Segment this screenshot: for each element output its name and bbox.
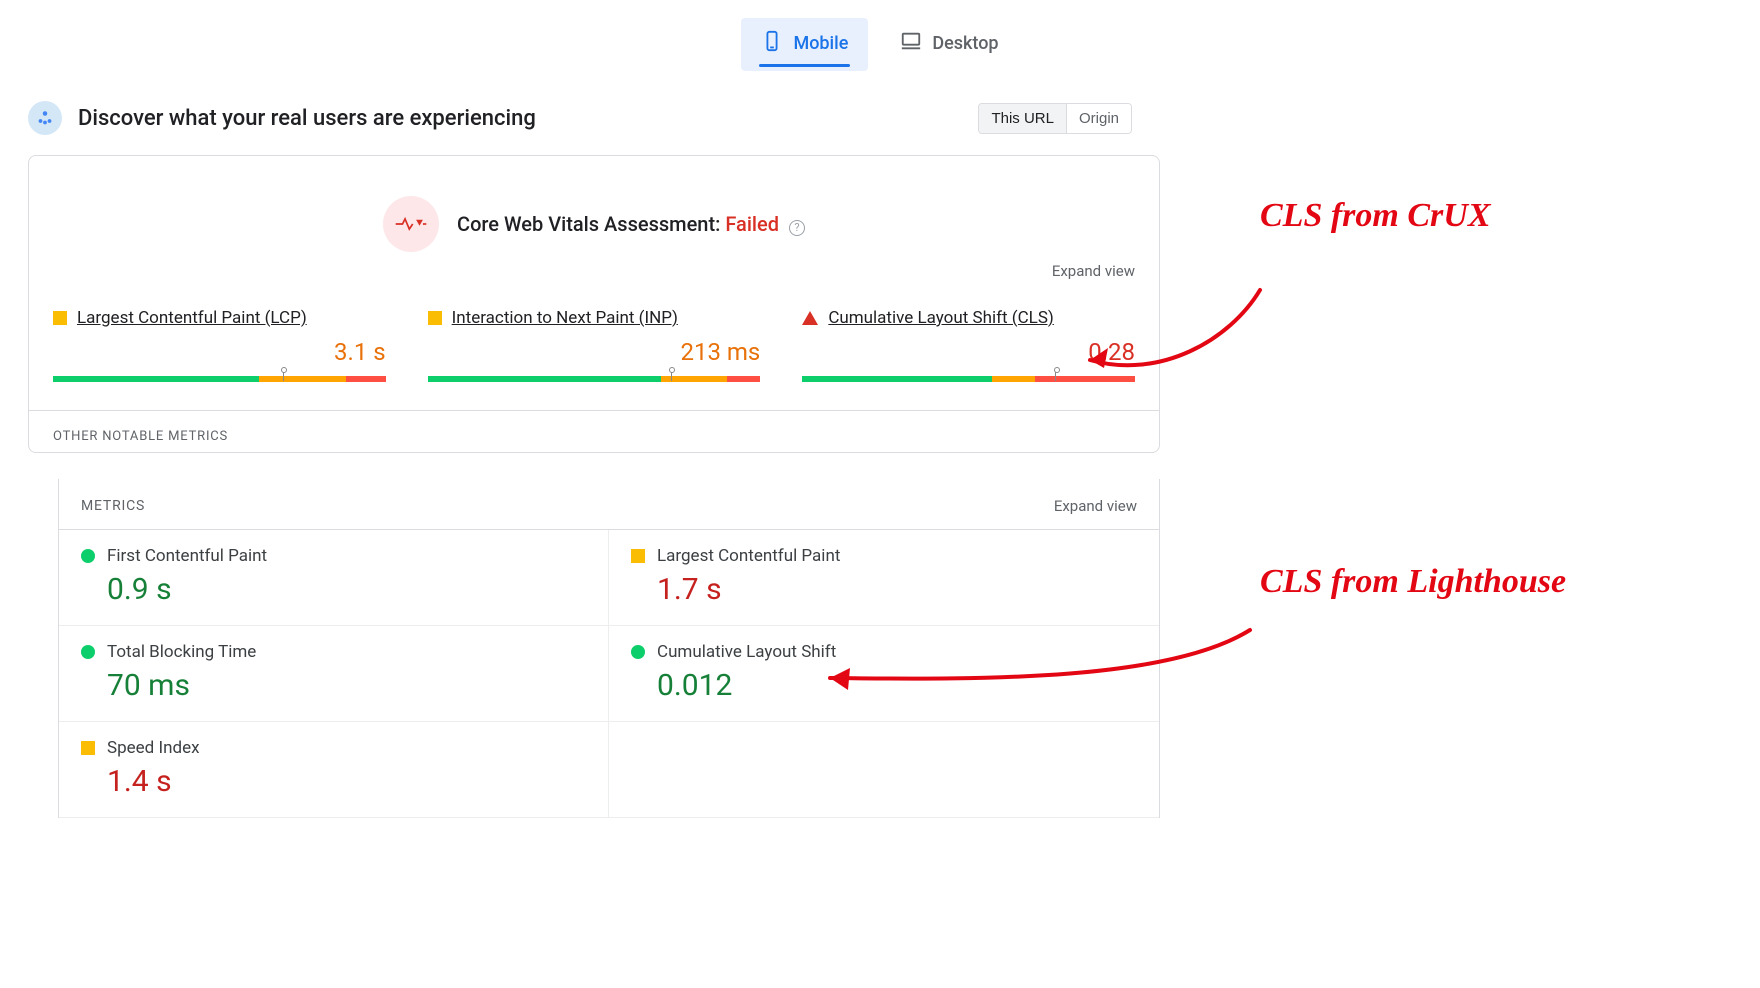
cwv-cls-name[interactable]: Cumulative Layout Shift (CLS) xyxy=(828,308,1054,328)
cwv-inp-value: 213 ms xyxy=(428,338,761,366)
heartbeat-icon xyxy=(383,196,439,252)
metrics-expand-link[interactable]: Expand view xyxy=(1054,497,1137,515)
triangle-icon xyxy=(802,311,818,325)
arrow-icon xyxy=(1070,280,1270,400)
square-icon xyxy=(428,311,442,325)
scope-segmented: This URL Origin xyxy=(978,103,1132,134)
annotation-crux: CLS from CrUX xyxy=(1260,196,1491,237)
metric-empty xyxy=(609,722,1159,818)
tab-desktop-label: Desktop xyxy=(932,33,998,54)
crux-panel: Core Web Vitals Assessment: Failed ? Exp… xyxy=(28,155,1160,453)
help-icon[interactable]: ? xyxy=(789,220,805,236)
device-tabs: Mobile Desktop xyxy=(0,0,1760,71)
mobile-icon xyxy=(761,30,783,57)
marker-icon xyxy=(279,367,287,381)
metric-si: Speed Index 1.4 s xyxy=(59,722,609,818)
assessment-text: Core Web Vitals Assessment: Failed ? xyxy=(457,212,805,236)
other-metrics-header: OTHER NOTABLE METRICS xyxy=(29,410,1159,452)
expand-view-link[interactable]: Expand view xyxy=(1052,262,1135,280)
tab-desktop[interactable]: Desktop xyxy=(880,18,1018,71)
scope-this-url[interactable]: This URL xyxy=(979,104,1066,133)
arrow-icon xyxy=(810,620,1260,720)
annotation-lighthouse: CLS from Lighthouse xyxy=(1260,562,1566,603)
cwv-lcp: Largest Contentful Paint (LCP) 3.1 s xyxy=(53,308,386,382)
assessment-status: Failed xyxy=(725,212,779,236)
metric-tbt-value: 70 ms xyxy=(107,668,586,703)
tab-mobile[interactable]: Mobile xyxy=(741,18,868,71)
scope-origin[interactable]: Origin xyxy=(1066,104,1131,133)
circle-icon xyxy=(631,645,645,659)
metric-fcp-value: 0.9 s xyxy=(107,572,586,607)
page-title: Discover what your real users are experi… xyxy=(78,106,536,131)
circle-icon xyxy=(81,645,95,659)
cwv-inp-bar xyxy=(428,376,761,382)
desktop-icon xyxy=(900,30,922,57)
metric-lcp-value: 1.7 s xyxy=(657,572,1137,607)
square-icon xyxy=(53,311,67,325)
metric-fcp: First Contentful Paint 0.9 s xyxy=(59,530,609,626)
square-icon xyxy=(631,549,645,563)
metric-lcp: Largest Contentful Paint 1.7 s xyxy=(609,530,1159,626)
square-icon xyxy=(81,741,95,755)
cwv-lcp-value: 3.1 s xyxy=(53,338,386,366)
cwv-inp: Interaction to Next Paint (INP) 213 ms xyxy=(428,308,761,382)
crux-icon xyxy=(28,101,62,135)
marker-icon xyxy=(1052,367,1060,381)
circle-icon xyxy=(81,549,95,563)
marker-icon xyxy=(667,367,675,381)
tab-mobile-label: Mobile xyxy=(793,33,848,54)
metrics-title: METRICS xyxy=(81,498,145,514)
metric-si-value: 1.4 s xyxy=(107,764,586,799)
cwv-lcp-bar xyxy=(53,376,386,382)
cwv-lcp-name[interactable]: Largest Contentful Paint (LCP) xyxy=(77,308,307,328)
cwv-inp-name[interactable]: Interaction to Next Paint (INP) xyxy=(452,308,678,328)
metric-tbt: Total Blocking Time 70 ms xyxy=(59,626,609,722)
